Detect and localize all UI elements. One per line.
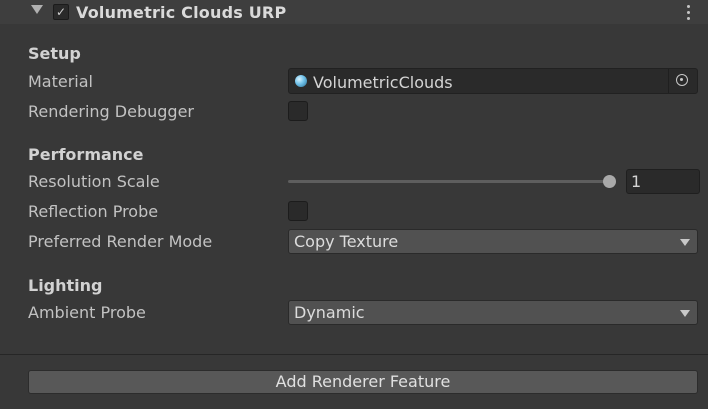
resolution-scale-slider-thumb[interactable]	[603, 175, 616, 188]
section-performance: Performance	[28, 145, 144, 164]
preferred-render-mode-dropdown[interactable]: Copy Texture	[288, 229, 698, 254]
object-picker-button[interactable]	[668, 69, 697, 93]
component-header: ✓ Volumetric Clouds URP	[0, 0, 708, 24]
preferred-render-mode-label: Preferred Render Mode	[28, 232, 213, 251]
enabled-checkbox[interactable]: ✓	[53, 4, 69, 20]
material-value: VolumetricClouds	[313, 73, 453, 92]
rendering-debugger-checkbox[interactable]	[288, 101, 308, 121]
foldout-triangle-icon[interactable]	[31, 5, 43, 14]
resolution-scale-value: 1	[631, 172, 642, 191]
material-label: Material	[28, 72, 93, 91]
material-object-field[interactable]: VolumetricClouds	[288, 68, 698, 94]
section-setup: Setup	[28, 44, 81, 63]
resolution-scale-label: Resolution Scale	[28, 172, 160, 191]
dropdown-arrow-icon	[680, 239, 690, 246]
add-renderer-feature-button[interactable]: Add Renderer Feature	[28, 370, 698, 394]
resolution-scale-input[interactable]: 1	[626, 169, 700, 194]
object-picker-icon	[676, 74, 688, 86]
dropdown-arrow-icon	[680, 310, 690, 317]
kebab-menu-icon[interactable]	[687, 5, 691, 21]
component-title: Volumetric Clouds URP	[76, 3, 287, 22]
material-sphere-icon	[295, 75, 307, 87]
reflection-probe-checkbox[interactable]	[288, 201, 308, 221]
resolution-scale-slider-track[interactable]	[288, 180, 610, 183]
reflection-probe-label: Reflection Probe	[28, 202, 159, 221]
ambient-probe-label: Ambient Probe	[28, 303, 146, 322]
rendering-debugger-label: Rendering Debugger	[28, 102, 194, 121]
preferred-render-mode-value: Copy Texture	[294, 232, 399, 251]
ambient-probe-dropdown[interactable]: Dynamic	[288, 300, 698, 325]
section-lighting: Lighting	[28, 276, 103, 295]
ambient-probe-value: Dynamic	[294, 303, 365, 322]
